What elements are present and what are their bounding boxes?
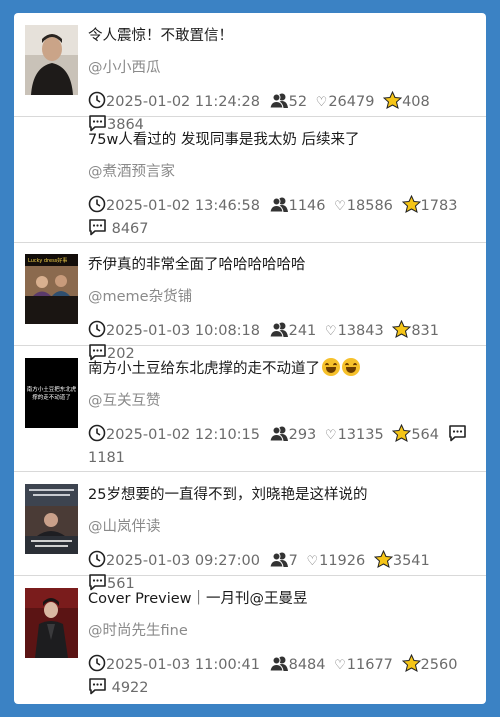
list-item[interactable]: 75w人看过的 发现同事是我太奶 后续来了 @煮酒预言家 2025-01-02 … bbox=[14, 117, 486, 243]
laughing-emoji-icon bbox=[322, 358, 340, 376]
star-icon bbox=[401, 195, 421, 213]
star-icon bbox=[401, 654, 421, 672]
heart-icon: ♡ bbox=[324, 324, 337, 339]
author-name[interactable]: @meme杂货铺 bbox=[88, 286, 474, 308]
video-title[interactable]: 乔伊真的非常全面了哈哈哈哈哈哈 bbox=[88, 254, 474, 276]
star-icon bbox=[383, 91, 403, 109]
likes-count: 11926 bbox=[319, 553, 366, 569]
list-item[interactable]: Lucky dress好事 乔伊真的非常全面了哈哈哈哈哈哈 @meme杂货铺 2… bbox=[14, 243, 486, 362]
comments-count: 4922 bbox=[111, 680, 149, 696]
clock-icon bbox=[88, 424, 106, 442]
publish-time: 2025-01-03 09:27:00 bbox=[106, 553, 260, 569]
video-title[interactable]: 25岁想要的一直得不到，刘晓艳是这样说的 bbox=[88, 484, 474, 506]
likes-count: 18586 bbox=[346, 198, 393, 214]
video-title[interactable]: Cover Preview｜一月刊@王曼昱 bbox=[88, 588, 474, 610]
video-list-panel: 令人震惊！不敢置信！ @小小西瓜 2025-01-02 11:24:28 52 … bbox=[14, 13, 486, 704]
heart-icon: ♡ bbox=[334, 199, 346, 214]
video-thumbnail[interactable] bbox=[25, 484, 78, 554]
publish-time: 2025-01-03 10:08:18 bbox=[106, 323, 260, 339]
favorites-count: 2560 bbox=[420, 657, 458, 673]
author-name[interactable]: @时尚先生fine bbox=[88, 620, 474, 642]
publish-time: 2025-01-02 13:46:58 bbox=[106, 198, 260, 214]
clock-icon bbox=[88, 550, 106, 568]
video-title[interactable]: 南方小土豆给东北虎撑的走不动道了 bbox=[88, 358, 474, 380]
stats-line: 2025-01-02 12:10:15 293 ♡13135 564 1181 bbox=[88, 424, 474, 469]
star-icon bbox=[373, 550, 393, 568]
star-icon bbox=[392, 320, 412, 338]
thumb-caption: Lucky dress好事 bbox=[28, 257, 67, 264]
fans-icon bbox=[269, 93, 288, 109]
favorites-count: 831 bbox=[411, 323, 439, 339]
author-name[interactable]: @山岚伴读 bbox=[88, 516, 474, 538]
thumb-caption-2: 撑的走不动道了 bbox=[32, 393, 71, 401]
list-item[interactable]: Cover Preview｜一月刊@王曼昱 @时尚先生fine 2025-01-… bbox=[14, 576, 486, 704]
clock-icon bbox=[88, 654, 106, 672]
stats-line: 2025-01-03 11:00:41 8484 ♡11677 2560 492… bbox=[88, 654, 474, 699]
favorites-count: 3541 bbox=[392, 553, 430, 569]
likes-count: 11677 bbox=[346, 657, 393, 673]
fans-icon bbox=[269, 656, 288, 672]
fans-count: 241 bbox=[288, 323, 317, 339]
fans-count: 8484 bbox=[288, 657, 326, 673]
video-thumbnail[interactable]: 南方小土豆把东北虎 撑的走不动道了 bbox=[25, 358, 78, 428]
heart-icon: ♡ bbox=[315, 95, 328, 110]
comment-icon bbox=[89, 678, 106, 695]
comment-icon bbox=[89, 219, 106, 236]
publish-time: 2025-01-03 11:00:41 bbox=[106, 657, 260, 673]
likes-count: 13135 bbox=[337, 427, 384, 443]
video-thumbnail[interactable] bbox=[25, 25, 78, 95]
favorites-count: 1783 bbox=[420, 198, 458, 214]
fans-icon bbox=[269, 197, 288, 213]
likes-count: 26479 bbox=[328, 94, 375, 110]
thumb-caption: 南方小土豆把东北虎 bbox=[27, 385, 77, 393]
video-thumbnail[interactable] bbox=[25, 588, 78, 658]
fans-icon bbox=[269, 426, 288, 442]
clock-icon bbox=[88, 195, 106, 213]
video-title[interactable]: 令人震惊！不敢置信！ bbox=[88, 25, 474, 47]
fans-count: 52 bbox=[288, 94, 308, 110]
heart-icon: ♡ bbox=[306, 554, 319, 569]
favorites-count: 564 bbox=[411, 427, 439, 443]
fans-count: 1146 bbox=[288, 198, 326, 214]
publish-time: 2025-01-02 12:10:15 bbox=[106, 427, 260, 443]
author-name[interactable]: @互关互赞 bbox=[88, 390, 474, 412]
fans-count: 7 bbox=[288, 553, 298, 569]
author-name[interactable]: @煮酒预言家 bbox=[88, 161, 474, 183]
heart-icon: ♡ bbox=[334, 658, 346, 673]
publish-time: 2025-01-02 11:24:28 bbox=[106, 94, 260, 110]
comment-icon bbox=[448, 425, 466, 442]
list-item[interactable]: 25岁想要的一直得不到，刘晓艳是这样说的 @山岚伴读 2025-01-03 09… bbox=[14, 472, 486, 592]
list-item[interactable]: 南方小土豆把东北虎 撑的走不动道了 南方小土豆给东北虎撑的走不动道了 @互关互赞… bbox=[14, 346, 486, 472]
video-title[interactable]: 75w人看过的 发现同事是我太奶 后续来了 bbox=[88, 129, 474, 151]
fans-icon bbox=[269, 322, 288, 338]
likes-count: 13843 bbox=[337, 323, 384, 339]
heart-icon: ♡ bbox=[324, 428, 337, 443]
comments-count: 1181 bbox=[88, 450, 125, 466]
favorites-count: 408 bbox=[402, 94, 430, 110]
author-name[interactable]: @小小西瓜 bbox=[88, 57, 474, 79]
clock-icon bbox=[88, 320, 106, 338]
fans-count: 293 bbox=[288, 427, 317, 443]
video-thumbnail[interactable]: Lucky dress好事 bbox=[25, 254, 78, 324]
clock-icon bbox=[88, 91, 106, 109]
star-icon bbox=[392, 424, 412, 442]
fans-icon bbox=[269, 552, 288, 568]
laughing-emoji-icon bbox=[342, 358, 360, 376]
list-item[interactable]: 令人震惊！不敢置信！ @小小西瓜 2025-01-02 11:24:28 52 … bbox=[14, 13, 486, 133]
stats-line: 2025-01-02 13:46:58 1146 ♡18586 1783 846… bbox=[88, 195, 474, 240]
comments-count: 8467 bbox=[111, 221, 149, 237]
